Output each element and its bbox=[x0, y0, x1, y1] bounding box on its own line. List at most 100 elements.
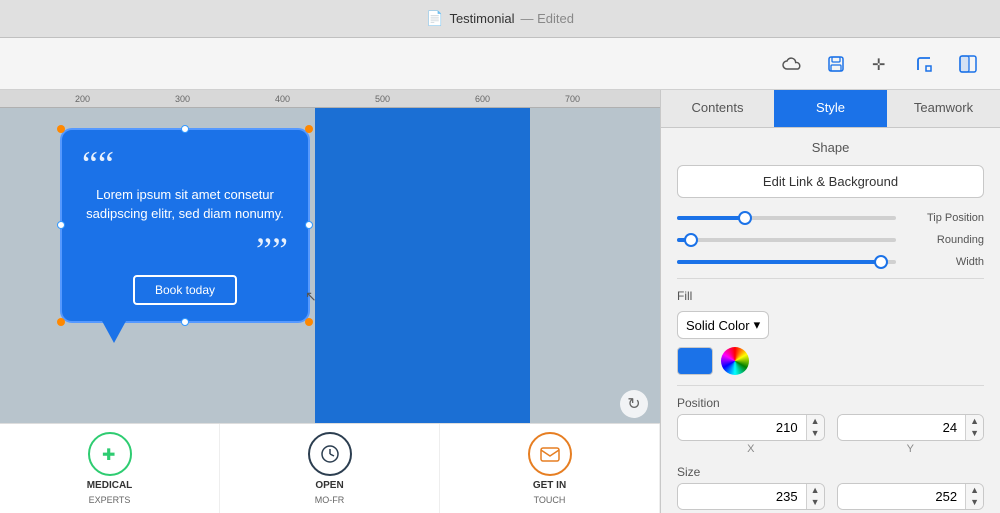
size-width-up[interactable]: ▲ bbox=[807, 484, 824, 497]
edit-link-button[interactable]: Edit Link & Background bbox=[677, 165, 984, 198]
size-height-input-wrap: ▲ ▼ bbox=[837, 483, 985, 510]
size-width-input-wrap: ▲ ▼ bbox=[677, 483, 825, 510]
ruler-mark-700: 700 bbox=[565, 94, 580, 104]
cloud-icon[interactable] bbox=[776, 48, 808, 80]
rounding-slider-row: Rounding bbox=[677, 234, 984, 246]
x-axis-label: X bbox=[677, 443, 825, 455]
cursor-indicator: ↖ bbox=[305, 288, 317, 305]
fill-type-select[interactable]: Solid Color ▾ bbox=[677, 311, 769, 339]
edited-indicator: — Edited bbox=[520, 11, 573, 26]
canvas-area: 200 300 400 500 600 700 bbox=[0, 90, 660, 513]
get-in-touch-cell: GET IN TOUCH bbox=[440, 424, 660, 513]
position-x-down[interactable]: ▼ bbox=[807, 428, 824, 441]
layout-icon[interactable] bbox=[952, 48, 984, 80]
quote-open: ““ bbox=[82, 150, 288, 179]
tab-teamwork[interactable]: Teamwork bbox=[887, 90, 1000, 127]
fill-type-label: Solid Color bbox=[686, 318, 750, 333]
fill-color-row bbox=[677, 347, 984, 375]
ruler: 200 300 400 500 600 700 bbox=[0, 90, 660, 108]
fill-dropdown-icon: ▾ bbox=[754, 317, 761, 333]
ruler-mark-300: 300 bbox=[175, 94, 190, 104]
size-height-up[interactable]: ▲ bbox=[966, 484, 983, 497]
testimonial-text: Lorem ipsum sit amet consetur sadipscing… bbox=[82, 185, 288, 224]
tab-style[interactable]: Style bbox=[774, 90, 887, 127]
medical-icon: ✚ bbox=[88, 432, 132, 476]
position-row: ▲ ▼ X ▲ ▼ Y bbox=[677, 414, 984, 455]
handle-bottom[interactable] bbox=[181, 318, 189, 326]
handle-bl[interactable] bbox=[57, 318, 65, 326]
canvas-content: ““ Lorem ipsum sit amet consetur sadipsc… bbox=[0, 108, 660, 513]
handle-br[interactable] bbox=[305, 318, 313, 326]
quote-close: ”” bbox=[82, 236, 288, 265]
svg-text:✛: ✛ bbox=[872, 57, 885, 74]
size-height-group: ▲ ▼ Height bbox=[837, 483, 985, 513]
size-height-stepper: ▲ ▼ bbox=[965, 484, 983, 509]
divider-1 bbox=[677, 278, 984, 279]
handle-tr[interactable] bbox=[305, 125, 313, 133]
tip-position-slider-row: Tip Position bbox=[677, 212, 984, 224]
size-width-group: ▲ ▼ Width bbox=[677, 483, 825, 513]
corner-icon[interactable] bbox=[908, 48, 940, 80]
testimonial-bubble[interactable]: ““ Lorem ipsum sit amet consetur sadipsc… bbox=[60, 128, 310, 323]
ruler-mark-400: 400 bbox=[275, 94, 290, 104]
rounding-label: Rounding bbox=[904, 234, 984, 246]
get-in-touch-label-main: GET IN bbox=[533, 480, 566, 491]
file-icon: 📄 bbox=[426, 10, 443, 27]
position-y-down[interactable]: ▼ bbox=[966, 428, 983, 441]
size-height-input[interactable] bbox=[838, 484, 966, 509]
shape-section-title: Shape bbox=[677, 140, 984, 155]
position-y-stepper: ▲ ▼ bbox=[965, 415, 983, 440]
bottom-icons-row: ✚ MEDICAL EXPERTS OPEN MO-FR bbox=[0, 423, 660, 513]
width-slider-label: Width bbox=[904, 256, 984, 268]
open-label-main: OPEN bbox=[315, 480, 343, 491]
position-y-input[interactable] bbox=[838, 415, 966, 440]
book-button[interactable]: Book today bbox=[133, 275, 237, 305]
open-mofr-cell: OPEN MO-FR bbox=[220, 424, 440, 513]
position-x-stepper: ▲ ▼ bbox=[806, 415, 824, 440]
position-x-input-wrap: ▲ ▼ bbox=[677, 414, 825, 441]
medical-label-main: MEDICAL bbox=[87, 480, 133, 491]
ruler-mark-200: 200 bbox=[75, 94, 90, 104]
envelope-icon bbox=[528, 432, 572, 476]
title-bar-content: 📄 Testimonial — Edited bbox=[426, 10, 574, 27]
title-bar: 📄 Testimonial — Edited bbox=[0, 0, 1000, 38]
medical-experts-cell: ✚ MEDICAL EXPERTS bbox=[0, 424, 220, 513]
toolbar: ✛ bbox=[0, 38, 1000, 90]
position-x-up[interactable]: ▲ bbox=[807, 415, 824, 428]
panel-tabs: Contents Style Teamwork bbox=[661, 90, 1000, 128]
handle-tl[interactable] bbox=[57, 125, 65, 133]
clock-icon bbox=[308, 432, 352, 476]
position-y-up[interactable]: ▲ bbox=[966, 415, 983, 428]
get-in-touch-label-sub: TOUCH bbox=[534, 495, 566, 505]
gradient-picker[interactable] bbox=[721, 347, 749, 375]
size-section-label: Size bbox=[677, 465, 984, 479]
main-area: 200 300 400 500 600 700 bbox=[0, 90, 1000, 513]
fill-select-row: Solid Color ▾ bbox=[677, 311, 984, 339]
refresh-icon[interactable]: ↻ bbox=[620, 390, 648, 418]
size-row: ▲ ▼ Width ▲ ▼ Height bbox=[677, 483, 984, 513]
position-y-group: ▲ ▼ Y bbox=[837, 414, 985, 455]
color-swatch[interactable] bbox=[677, 347, 713, 375]
size-width-input[interactable] bbox=[678, 484, 806, 509]
tip-position-track[interactable] bbox=[677, 216, 896, 220]
handle-top[interactable] bbox=[181, 125, 189, 133]
size-height-down[interactable]: ▼ bbox=[966, 497, 983, 510]
move-icon[interactable]: ✛ bbox=[864, 48, 896, 80]
open-label-sub: MO-FR bbox=[315, 495, 345, 505]
handle-left[interactable] bbox=[57, 221, 65, 229]
size-width-down[interactable]: ▼ bbox=[807, 497, 824, 510]
medical-label-sub: EXPERTS bbox=[89, 495, 131, 505]
width-slider-row: Width bbox=[677, 256, 984, 268]
tab-contents[interactable]: Contents bbox=[661, 90, 774, 127]
position-x-input[interactable] bbox=[678, 415, 806, 440]
ruler-mark-600: 600 bbox=[475, 94, 490, 104]
document-title: Testimonial bbox=[449, 11, 514, 26]
rounding-track[interactable] bbox=[677, 238, 896, 242]
right-panel: Contents Style Teamwork Shape Edit Link … bbox=[660, 90, 1000, 513]
handle-right[interactable] bbox=[305, 221, 313, 229]
save-icon[interactable] bbox=[820, 48, 852, 80]
ruler-mark-500: 500 bbox=[375, 94, 390, 104]
size-width-stepper: ▲ ▼ bbox=[806, 484, 824, 509]
position-x-group: ▲ ▼ X bbox=[677, 414, 825, 455]
width-track[interactable] bbox=[677, 260, 896, 264]
